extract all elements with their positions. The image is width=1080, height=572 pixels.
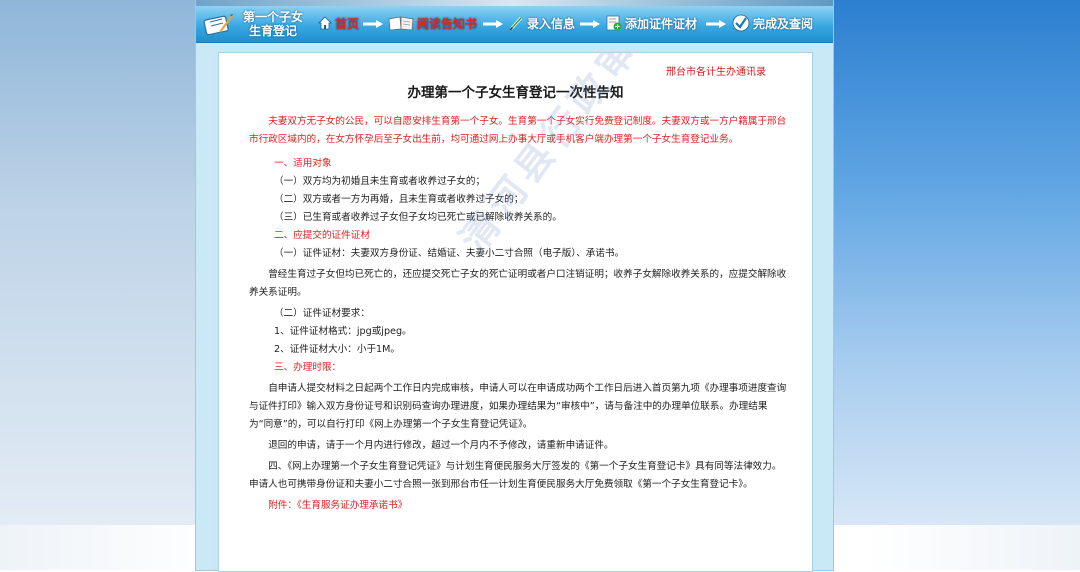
section2-note: 曾经生育过子女但均已死亡的，还应提交死亡子女的死亡证明或者户口注销证明；收养子女… [249,269,787,298]
logo-text: 第一个子女 生育登记 [238,10,308,38]
section2-item2-heading: （二）证件证材要求： [274,308,370,319]
section2-item1: （一）证件证材：夫妻双方身份证、结婚证、夫妻小二寸合照（电子版）、承诺书。 [274,248,625,259]
nav-read-notice[interactable]: 阅读告知书 [388,13,477,33]
section2-item2-line: 1、证件证材格式：jpg或jpeg。 [274,326,412,337]
nav-read-notice-label: 阅读告知书 [417,16,478,31]
section2-heading: 二、应提交的证件证材 [274,230,370,241]
nav-complete-review[interactable]: 完成及查阅 [732,13,813,33]
arrow-right-icon [706,20,726,28]
page-title: 办理第一个子女生育登记一次性告知 [407,85,624,101]
logo-line1: 第一个子女 [242,10,303,24]
section2-item2-line: 2、证件证材大小：小于1M。 [274,344,401,355]
background-left [0,0,196,525]
section3-paragraph: 自申请人提交材料之日起两个工作日内完成审核，申请人可以在申请成功两个工作日后进入… [249,383,787,430]
home-icon [318,16,332,30]
check-icon [732,14,750,32]
site-logo[interactable]: 第一个子女 生育登记 [200,8,308,40]
page-frame: 第一个子女 生育登记 首页 阅读告知书 录入信息 添加证件证材 完成及查阅 邢台… [196,0,833,572]
notebook-icon [203,14,233,36]
attachment-link[interactable]: 附件：《生育服务证办理承诺书》 [249,497,789,515]
nav-home[interactable]: 首页 [318,13,359,33]
arrow-right-icon [483,20,503,28]
book-icon [388,16,414,31]
notice-body: 夫妻双方无子女的公民，可以自愿安排生育第一个子女。生育第一个子女实行免费登记制度… [249,113,789,515]
nav-enter-info[interactable]: 录入信息 [508,13,575,33]
nav-add-documents[interactable]: 添加证件证材 [606,13,697,33]
section1-item: （一）双方均为初婚且未生育或者收养过子女的； [274,176,486,187]
section1-item: （二）双方或者一方为再婚，且未生育或者收养过子女的； [274,194,524,205]
arrow-right-icon [363,20,383,28]
pen-icon [509,16,523,31]
arrow-right-icon [580,20,600,28]
add-document-icon [606,15,622,31]
logo-line2: 生育登记 [248,24,297,38]
nav-bar: 第一个子女 生育登记 首页 阅读告知书 录入信息 添加证件证材 完成及查阅 [196,6,833,43]
department-contacts-link[interactable]: 邢台市各计生办通讯录 [666,63,766,78]
nav-add-documents-label: 添加证件证材 [625,16,698,31]
section4-paragraph: 四、《网上办理第一个子女生育登记凭证》与计划生育便民服务大厅签发的《第一个子女生… [249,461,782,490]
section1-item: （三）已生育或者收养过子女但子女均已死亡或已解除收养关系的。 [274,212,562,223]
section3-heading: 三、办理时限： [274,362,342,373]
section3-paragraph: 退回的申请，请于一个月内进行修改，超过一个月内不予修改，请重新申请证件。 [268,440,614,451]
nav-complete-review-label: 完成及查阅 [753,16,814,31]
nav-home-label: 首页 [335,16,360,31]
intro-paragraph: 夫妻双方无子女的公民，可以自愿安排生育第一个子女。生育第一个子女实行免费登记制度… [249,116,787,145]
section1-heading: 一、适用对象 [274,158,332,169]
background-right [833,0,1080,525]
notice-panel: 邢台市各计生办通讯录 办理第一个子女生育登记一次性告知 夫妻双方无子女的公民，可… [218,52,813,572]
nav-enter-info-label: 录入信息 [527,16,576,31]
